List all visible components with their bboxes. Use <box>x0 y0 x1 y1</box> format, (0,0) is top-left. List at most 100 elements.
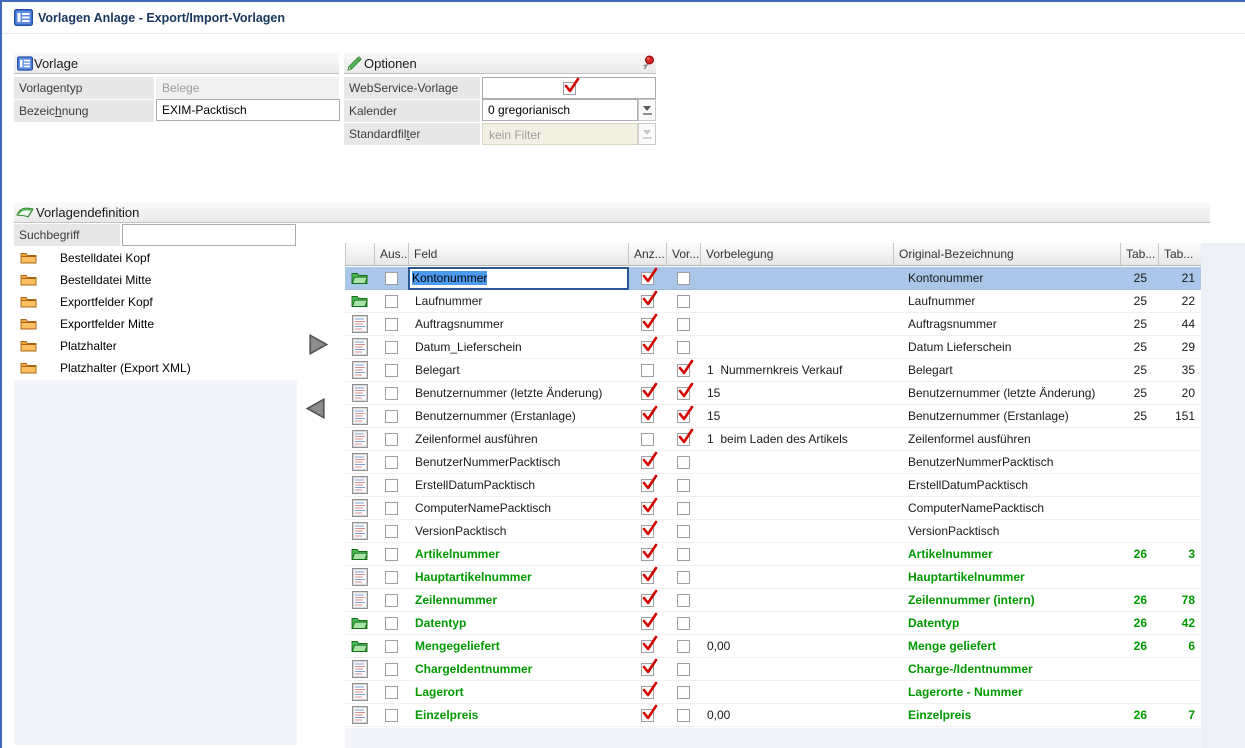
vor-checkbox[interactable] <box>677 640 690 653</box>
grid-header-cell[interactable]: Anz... <box>629 243 667 265</box>
feld-cell[interactable]: Einzelpreis <box>408 704 635 726</box>
anz-checkbox[interactable] <box>641 525 654 538</box>
aus-checkbox[interactable] <box>385 456 398 469</box>
aus-checkbox[interactable] <box>385 295 398 308</box>
aus-checkbox[interactable] <box>385 433 398 446</box>
vorbelegung-cell[interactable] <box>700 681 900 703</box>
vor-checkbox[interactable] <box>677 387 690 400</box>
aus-checkbox[interactable] <box>385 525 398 538</box>
vorbelegung-cell[interactable] <box>700 612 900 634</box>
grid-header-cell[interactable]: Vor... <box>667 243 701 265</box>
feld-cell[interactable]: Datentyp <box>408 612 635 634</box>
feld-cell[interactable]: Benutzernummer (Erstanlage) <box>408 405 635 427</box>
feld-cell[interactable]: Zeilenformel ausführen <box>408 428 635 450</box>
feld-cell[interactable]: ErstellDatumPacktisch <box>408 474 635 496</box>
folder-item[interactable]: Exportfelder Kopf <box>14 291 217 313</box>
table-row[interactable]: VersionPacktischVersionPacktisch <box>345 520 1201 543</box>
vor-checkbox[interactable] <box>677 663 690 676</box>
move-right-button[interactable] <box>308 333 329 359</box>
aus-checkbox[interactable] <box>385 364 398 377</box>
aus-checkbox[interactable] <box>385 594 398 607</box>
feld-editor-input[interactable]: Kontonummer <box>408 267 629 290</box>
anz-checkbox[interactable] <box>641 456 654 469</box>
table-row[interactable]: Mengegeliefert0,00Menge geliefert266 <box>345 635 1201 658</box>
feld-cell[interactable]: Zeilennummer <box>408 589 635 611</box>
vor-checkbox[interactable] <box>677 571 690 584</box>
vorbelegung-cell[interactable] <box>700 451 900 473</box>
aus-checkbox[interactable] <box>385 571 398 584</box>
table-row[interactable]: LagerortLagerorte - Nummer <box>345 681 1201 704</box>
folder-item[interactable]: Exportfelder Mitte <box>14 313 217 335</box>
anz-checkbox[interactable] <box>641 571 654 584</box>
vorbelegung-cell[interactable]: 1 beim Laden des Artikels <box>700 428 900 450</box>
vorbelegung-cell[interactable]: 0,00 <box>700 704 900 726</box>
aus-checkbox[interactable] <box>385 709 398 722</box>
table-row[interactable]: Benutzernummer (Erstanlage)15Benutzernum… <box>345 405 1201 428</box>
table-row[interactable]: BenutzerNummerPacktischBenutzerNummerPac… <box>345 451 1201 474</box>
folder-item[interactable]: Bestelldatei Kopf <box>14 247 217 269</box>
grid-header-cell[interactable] <box>346 243 375 265</box>
table-row[interactable]: ComputerNamePacktischComputerNamePacktis… <box>345 497 1201 520</box>
feld-cell[interactable]: Hauptartikelnummer <box>408 566 635 588</box>
anz-checkbox[interactable] <box>641 663 654 676</box>
anz-checkbox[interactable] <box>641 709 654 722</box>
aus-checkbox[interactable] <box>385 272 398 285</box>
grid-header-cell[interactable]: Aus... <box>375 243 409 265</box>
aus-checkbox[interactable] <box>385 640 398 653</box>
feld-cell[interactable]: Mengegeliefert <box>408 635 635 657</box>
vor-checkbox[interactable] <box>677 295 690 308</box>
feld-cell[interactable]: Lagerort <box>408 681 635 703</box>
table-row[interactable]: Benutzernummer (letzte Änderung)15Benutz… <box>345 382 1201 405</box>
grid-header-cell[interactable]: Tab... <box>1159 243 1202 265</box>
aus-checkbox[interactable] <box>385 548 398 561</box>
vorbelegung-cell[interactable] <box>700 336 900 358</box>
vor-checkbox[interactable] <box>677 479 690 492</box>
vor-checkbox[interactable] <box>677 617 690 630</box>
feld-cell[interactable]: BenutzerNummerPacktisch <box>408 451 635 473</box>
aus-checkbox[interactable] <box>385 341 398 354</box>
table-row[interactable]: ZeilennummerZeilennummer (intern)2678 <box>345 589 1201 612</box>
anz-checkbox[interactable] <box>641 640 654 653</box>
vorbelegung-cell[interactable] <box>700 589 900 611</box>
kalender-select[interactable]: 0 gregorianisch <box>482 99 638 121</box>
anz-checkbox[interactable] <box>641 548 654 561</box>
feld-cell[interactable]: Laufnummer <box>408 290 635 312</box>
pin-icon[interactable] <box>642 55 655 78</box>
move-left-button[interactable] <box>305 397 326 423</box>
anz-checkbox[interactable] <box>641 502 654 515</box>
vor-checkbox[interactable] <box>677 318 690 331</box>
aus-checkbox[interactable] <box>385 387 398 400</box>
folder-item[interactable]: Bestelldatei Mitte <box>14 269 217 291</box>
aus-checkbox[interactable] <box>385 410 398 423</box>
table-row[interactable]: Belegart1 Nummernkreis VerkaufBelegart25… <box>345 359 1201 382</box>
table-row[interactable]: LaufnummerLaufnummer2522 <box>345 290 1201 313</box>
vor-checkbox[interactable] <box>677 456 690 469</box>
vorbelegung-cell[interactable] <box>700 474 900 496</box>
vor-checkbox[interactable] <box>677 709 690 722</box>
vorbelegung-cell[interactable] <box>700 658 900 680</box>
vor-checkbox[interactable] <box>677 525 690 538</box>
grid-header-cell[interactable]: Tab... <box>1121 243 1159 265</box>
anz-checkbox[interactable] <box>641 433 654 446</box>
anz-checkbox[interactable] <box>641 364 654 377</box>
vorbelegung-cell[interactable]: 0,00 <box>700 635 900 657</box>
anz-checkbox[interactable] <box>641 617 654 630</box>
feld-cell[interactable]: VersionPacktisch <box>408 520 635 542</box>
table-row[interactable]: HauptartikelnummerHauptartikelnummer <box>345 566 1201 589</box>
anz-checkbox[interactable] <box>641 272 654 285</box>
vor-checkbox[interactable] <box>677 686 690 699</box>
vor-checkbox[interactable] <box>677 364 690 377</box>
folder-item[interactable]: Platzhalter (Export XML) <box>14 357 217 379</box>
feld-cell[interactable]: Artikelnummer <box>408 543 635 565</box>
feld-cell[interactable]: ComputerNamePacktisch <box>408 497 635 519</box>
feld-cell[interactable]: Datum_Lieferschein <box>408 336 635 358</box>
table-row[interactable]: ArtikelnummerArtikelnummer263 <box>345 543 1201 566</box>
table-row[interactable]: ChargeIdentnummerCharge-/Identnummer <box>345 658 1201 681</box>
vor-checkbox[interactable] <box>677 548 690 561</box>
webservice-checkbox[interactable] <box>563 82 576 95</box>
folder-item[interactable]: Platzhalter <box>14 335 217 357</box>
vorbelegung-cell[interactable]: 15 <box>700 382 900 404</box>
table-row[interactable]: Datum_LieferscheinDatum Lieferschein2529 <box>345 336 1201 359</box>
aus-checkbox[interactable] <box>385 502 398 515</box>
anz-checkbox[interactable] <box>641 594 654 607</box>
